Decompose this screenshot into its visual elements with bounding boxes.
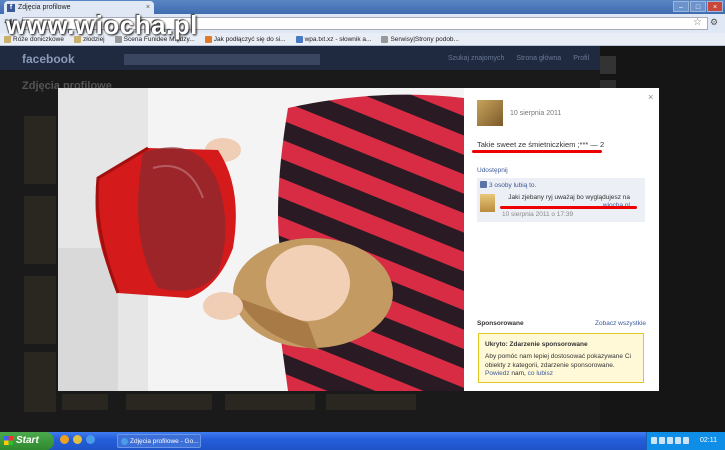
what-you-like-link[interactable]: co lubisz	[528, 370, 553, 377]
comment-date[interactable]: 10 sierpnia 2011 o 17:39	[502, 211, 573, 218]
clock[interactable]: 02:11	[700, 437, 717, 444]
wrench-menu-icon[interactable]: ⚙	[710, 17, 718, 28]
owner-avatar[interactable]	[477, 100, 503, 126]
nav-profile[interactable]: Profil	[573, 55, 589, 62]
tray-icon[interactable]	[651, 437, 657, 444]
red-underline-annotation	[500, 206, 637, 209]
page-icon	[381, 35, 389, 43]
watermark: www.wiocha.pl	[6, 10, 198, 40]
bookmark-item[interactable]: Serwisy|Strony podob...	[381, 35, 459, 43]
profile-photo[interactable]	[58, 88, 464, 391]
album-thumbnail[interactable]	[24, 352, 56, 412]
firefox-icon[interactable]	[60, 435, 69, 444]
album-thumbnail[interactable]	[24, 276, 56, 344]
bookmark-item[interactable]: Jak podłączyć się do si...	[204, 35, 286, 43]
photo-caption: Takie sweet ze śmietniczkiem ;*** — 2	[477, 140, 605, 149]
minimize-button[interactable]: –	[673, 1, 689, 12]
start-button[interactable]: Start	[0, 432, 54, 450]
messenger-icon[interactable]	[73, 435, 82, 444]
photo-illustration	[58, 88, 464, 391]
photo-date[interactable]: 10 sierpnia 2011	[510, 110, 561, 117]
tell-us-link[interactable]: Powiedz	[485, 370, 510, 377]
bookmark-item[interactable]: wpa.txt.xz - słownik a...	[295, 35, 371, 43]
tray-icon[interactable]	[667, 437, 673, 444]
album-thumbnail[interactable]	[326, 394, 416, 410]
facebook-search-input[interactable]	[124, 54, 320, 65]
likes-count[interactable]: 3 osoby lubią to.	[480, 181, 536, 189]
thumbs-up-icon	[480, 181, 487, 188]
sponsored-label: Sponsorowane	[477, 320, 524, 327]
album-thumbnail[interactable]	[126, 394, 212, 410]
sponsored-text: Aby pomóc nam lepiej dostosować pokazywa…	[485, 353, 631, 377]
close-icon[interactable]: ×	[648, 92, 653, 102]
facebook-logo[interactable]: facebook	[22, 52, 75, 66]
window-controls: – □ ×	[673, 1, 723, 12]
share-link[interactable]: Udostępnij	[477, 167, 508, 174]
facebook-nav: Szukaj znajomych Strona główna Profil	[448, 55, 589, 62]
windows-flag-icon	[4, 436, 13, 445]
tray-icon[interactable]	[675, 437, 681, 444]
album-thumbnail[interactable]	[225, 394, 315, 410]
red-underline-annotation	[472, 150, 602, 153]
page-icon	[295, 35, 303, 43]
nav-home[interactable]: Strona główna	[516, 55, 561, 62]
close-window-button[interactable]: ×	[707, 1, 723, 12]
chrome-icon	[121, 438, 128, 445]
tray-icon[interactable]	[659, 437, 665, 444]
sponsored-title: Ukryto: Zdarzenie sponsorowane	[485, 341, 588, 348]
page-icon	[204, 35, 212, 43]
commenter-avatar[interactable]	[480, 194, 495, 212]
nav-find-friends[interactable]: Szukaj znajomych	[448, 55, 504, 62]
see-all-link[interactable]: Zobacz wszystkie	[595, 320, 646, 327]
album-thumbnail[interactable]	[62, 394, 108, 410]
taskbar-window-button[interactable]: Zdjęcia profilowe - Go...	[117, 434, 201, 448]
taskbar	[0, 432, 725, 450]
tray-icon[interactable]	[683, 437, 689, 444]
bookmark-star-icon[interactable]: ☆	[693, 17, 702, 28]
chrome-icon[interactable]	[86, 435, 95, 444]
album-thumbnail[interactable]	[24, 116, 56, 184]
quick-launch	[60, 435, 95, 444]
album-thumbnail[interactable]	[24, 196, 56, 264]
maximize-button[interactable]: □	[690, 1, 706, 12]
